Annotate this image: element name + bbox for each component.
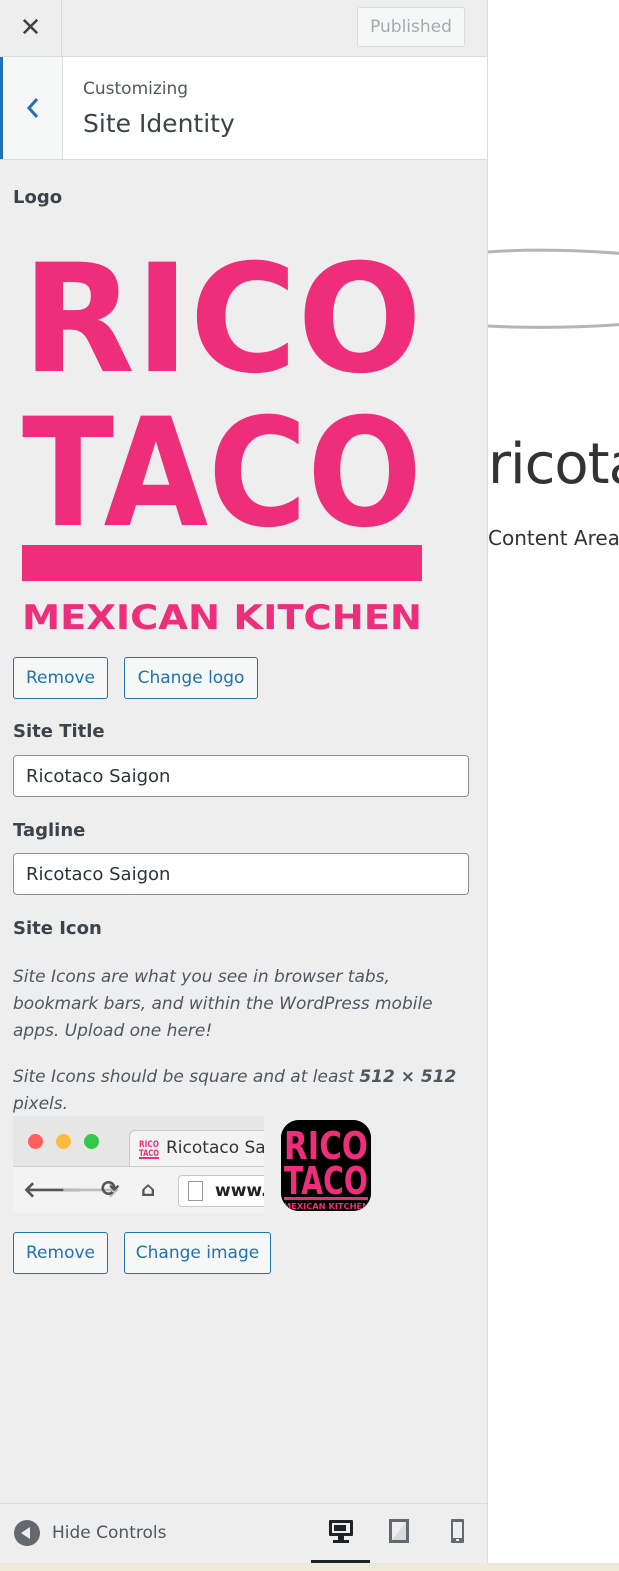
logo-word-taco: TACO (22, 387, 422, 561)
tagline-input[interactable] (13, 853, 469, 895)
remove-site-icon-button[interactable]: Remove (13, 1232, 108, 1274)
browser-tab-strip: RICO TACO Ricotaco Saigon (13, 1116, 264, 1166)
site-icon-size-value: 512 × 512 (359, 1067, 457, 1087)
customizing-label: Customizing (83, 79, 189, 99)
logo-label: Logo (13, 187, 63, 208)
browser-tab: RICO TACO Ricotaco Saigon (129, 1130, 264, 1166)
reload-icon: ⟳ (101, 1177, 120, 1202)
browser-tab-title: Ricotaco Saigon (166, 1138, 264, 1158)
desktop-icon[interactable] (326, 1516, 356, 1546)
close-icon: ✕ (19, 13, 42, 43)
maximize-dot-icon (84, 1134, 99, 1149)
logo-image[interactable]: RICO TACO MEXICAN KITCHEN (20, 225, 424, 635)
site-title-label: Site Title (13, 721, 105, 742)
back-button[interactable] (0, 57, 63, 159)
page-icon (188, 1181, 203, 1201)
site-icon-app-preview: RICO TACO MEXICAN KITCHEN (281, 1120, 371, 1211)
hide-controls-label: Hide Controls (52, 1523, 167, 1543)
site-icon-description: Site Icons are what you see in browser t… (13, 967, 433, 1041)
url-field: www. (178, 1175, 264, 1207)
svg-text:MEXICAN KITCHEN: MEXICAN KITCHEN (283, 1202, 369, 1211)
publish-button[interactable]: Published (357, 7, 465, 47)
chevron-left-icon (26, 98, 38, 118)
preview-content-area: Content Area (488, 526, 619, 550)
home-icon: ⌂ (141, 1177, 156, 1201)
favicon-icon: RICO TACO (138, 1137, 160, 1159)
close-customizer-button[interactable]: ✕ (0, 0, 62, 56)
site-title-input[interactable] (13, 755, 469, 797)
customizer-panel: ✕ Published Customizing Site Identity Lo… (0, 0, 488, 1571)
section-header: Customizing Site Identity (0, 57, 487, 160)
logo-word-rico: RICO (22, 233, 422, 407)
preview-site-title[interactable]: ricotaco (488, 432, 619, 497)
mobile-icon[interactable] (442, 1516, 472, 1546)
remove-logo-button[interactable]: Remove (13, 657, 108, 699)
logo-bar (22, 545, 422, 581)
url-text: www. (215, 1181, 264, 1201)
tablet-icon[interactable] (384, 1516, 414, 1546)
svg-text:TACO: TACO (284, 1159, 368, 1203)
collapse-icon (14, 1520, 40, 1546)
change-logo-button[interactable]: Change logo (124, 657, 258, 699)
hide-controls-button[interactable]: Hide Controls (14, 1518, 166, 1548)
customizer-topbar: ✕ Published (0, 0, 487, 57)
browser-address-bar: 🡐 🡒 ⟳ ⌂ www. (13, 1166, 264, 1213)
site-icon-size-note: Site Icons should be square and at least… (13, 1067, 457, 1114)
bottom-strip (0, 1563, 619, 1571)
minimize-dot-icon (56, 1134, 71, 1149)
site-icon-label: Site Icon (13, 918, 102, 939)
customizer-footer: Hide Controls (0, 1503, 487, 1563)
tagline-label: Tagline (13, 820, 86, 841)
browser-tab-preview: RICO TACO Ricotaco Saigon 🡐 🡒 ⟳ ⌂ www. (13, 1116, 264, 1213)
section-title: Site Identity (83, 109, 235, 138)
close-dot-icon (28, 1134, 43, 1149)
change-site-icon-button[interactable]: Change image (124, 1232, 271, 1274)
site-preview[interactable]: ricotaco Content Area (488, 0, 619, 1563)
logo-tagline: MEXICAN KITCHEN (22, 598, 422, 635)
preview-logo-fragment (488, 248, 619, 329)
